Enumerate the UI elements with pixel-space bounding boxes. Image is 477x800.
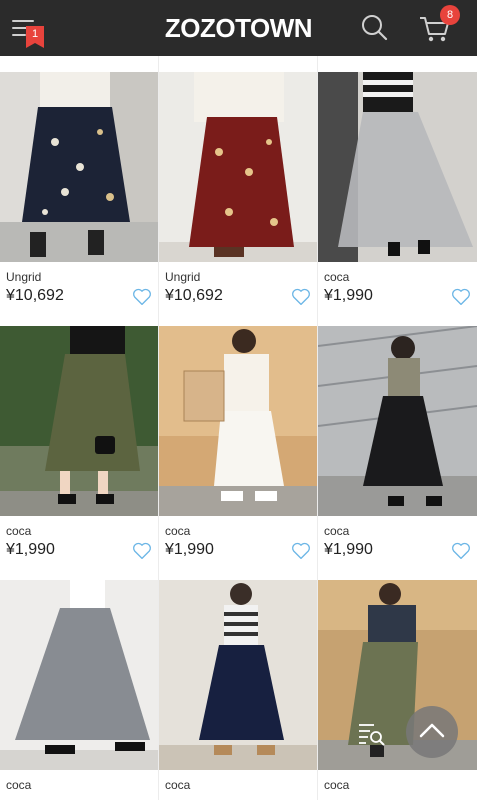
product-brand: coca bbox=[324, 270, 350, 284]
product-price: ¥1,990 bbox=[165, 541, 214, 558]
grid-top-strip bbox=[0, 56, 158, 72]
product-price: ¥1,990 bbox=[6, 541, 55, 558]
product-card[interactable]: Ungrid ¥10,692 bbox=[159, 72, 317, 327]
grid-top-strip bbox=[318, 56, 477, 72]
product-price: ¥10,692 bbox=[6, 287, 64, 304]
product-photo[interactable] bbox=[0, 326, 158, 516]
product-grid: Ungrid ¥10,692 Ungrid ¥10,692 coca ¥1,99… bbox=[0, 56, 477, 800]
cart-button[interactable]: 8 bbox=[418, 5, 462, 46]
heart-icon[interactable] bbox=[291, 542, 311, 560]
product-brand: coca bbox=[324, 524, 350, 538]
product-brand: Ungrid bbox=[6, 270, 42, 284]
product-brand: coca bbox=[324, 778, 350, 792]
logo[interactable]: ZOZOTOWN bbox=[0, 13, 477, 44]
product-photo[interactable] bbox=[159, 72, 317, 262]
product-photo[interactable] bbox=[0, 72, 158, 262]
cart-count-badge: 8 bbox=[440, 5, 460, 25]
product-photo[interactable] bbox=[159, 326, 317, 516]
grid-top-strip bbox=[159, 56, 317, 72]
product-brand: Ungrid bbox=[165, 270, 201, 284]
product-price: ¥10,692 bbox=[165, 287, 223, 304]
product-price: ¥1,990 bbox=[324, 287, 373, 304]
product-card[interactable]: coca bbox=[0, 580, 158, 800]
filter-button[interactable] bbox=[356, 718, 386, 748]
chevron-up-icon bbox=[419, 723, 445, 738]
heart-icon[interactable] bbox=[451, 542, 471, 560]
product-photo[interactable] bbox=[159, 580, 317, 770]
heart-icon[interactable] bbox=[451, 288, 471, 306]
product-photo[interactable] bbox=[318, 72, 477, 262]
search-button[interactable] bbox=[360, 13, 390, 43]
product-card[interactable]: coca ¥1,990 bbox=[0, 326, 158, 581]
scroll-to-top-button[interactable] bbox=[406, 706, 458, 758]
heart-icon[interactable] bbox=[132, 288, 152, 306]
product-brand: coca bbox=[6, 778, 32, 792]
product-price: ¥1,990 bbox=[324, 541, 373, 558]
search-icon bbox=[362, 15, 388, 41]
product-brand: coca bbox=[6, 524, 32, 538]
filter-icon bbox=[359, 724, 385, 746]
heart-icon[interactable] bbox=[132, 542, 152, 560]
heart-icon[interactable] bbox=[291, 288, 311, 306]
product-card[interactable]: coca bbox=[318, 580, 477, 800]
product-brand: coca bbox=[165, 778, 191, 792]
product-card[interactable]: coca ¥1,990 bbox=[159, 326, 317, 581]
product-card[interactable]: coca ¥1,990 bbox=[318, 326, 477, 581]
product-card[interactable]: coca bbox=[159, 580, 317, 800]
product-photo[interactable] bbox=[0, 580, 158, 770]
product-card[interactable]: coca ¥1,990 bbox=[318, 72, 477, 327]
app-header: 1 ZOZOTOWN 8 bbox=[0, 0, 477, 56]
product-photo[interactable] bbox=[318, 326, 477, 516]
product-brand: coca bbox=[165, 524, 191, 538]
product-card[interactable]: Ungrid ¥10,692 bbox=[0, 72, 158, 327]
